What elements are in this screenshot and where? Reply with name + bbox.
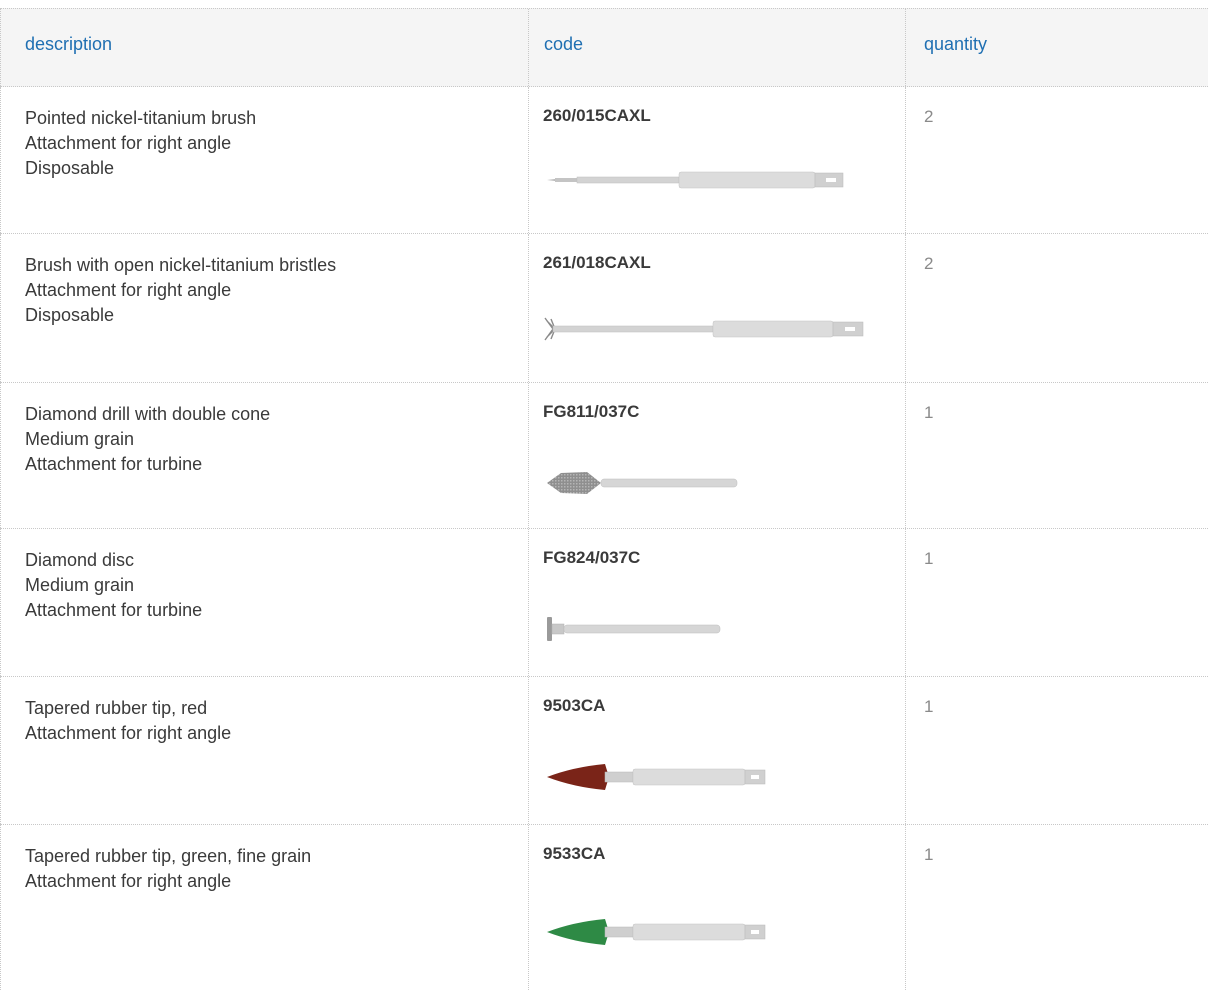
description-cell: Tapered rubber tip, red Attachment for r…: [25, 698, 232, 743]
description-cell: Diamond drill with double cone Medium gr…: [25, 404, 271, 474]
description-cell: Pointed nickel-titanium brush Attachment…: [25, 108, 257, 178]
parts-table: description code quantity Pointed nickel…: [0, 0, 1208, 990]
diamond-drill-icon: [547, 472, 738, 494]
open-bristle-brush-icon: [544, 317, 864, 341]
pointed-brush-icon: [547, 171, 844, 189]
description-cell: Tapered rubber tip, green, fine grain At…: [25, 846, 312, 891]
quantity-cell: 2: [924, 254, 934, 273]
table-row: Diamond disc Medium grain Attachment for…: [0, 529, 1208, 677]
code-cell: 260/015CAXL: [543, 106, 651, 125]
header-description: description: [25, 34, 113, 54]
table-row: Tapered rubber tip, red Attachment for r…: [0, 677, 1208, 825]
quantity-cell: 1: [924, 697, 934, 716]
header-quantity: quantity: [924, 34, 988, 54]
quantity-cell: 1: [924, 549, 934, 568]
quantity-cell: 1: [924, 845, 934, 864]
header-code: code: [544, 34, 584, 54]
table-header: description code quantity: [0, 8, 1208, 87]
green-rubber-tip-icon: [547, 919, 766, 945]
diamond-disc-icon: [547, 617, 721, 641]
table-row: Tapered rubber tip, green, fine grain At…: [0, 825, 1208, 990]
description-cell: Diamond disc Medium grain Attachment for…: [25, 550, 203, 620]
description-cell: Brush with open nickel-titanium bristles…: [25, 255, 337, 325]
quantity-cell: 2: [924, 107, 934, 126]
code-cell: FG811/037C: [543, 402, 640, 421]
code-cell: FG824/037C: [543, 548, 641, 567]
table-row: Brush with open nickel-titanium bristles…: [0, 234, 1208, 383]
code-cell: 9533CA: [543, 844, 606, 863]
code-cell: 9503CA: [543, 696, 606, 715]
table-row: Pointed nickel-titanium brush Attachment…: [0, 87, 1208, 234]
code-cell: 261/018CAXL: [543, 253, 651, 272]
red-rubber-tip-icon: [547, 764, 766, 790]
quantity-cell: 1: [924, 403, 934, 422]
table-row: Diamond drill with double cone Medium gr…: [0, 383, 1208, 529]
